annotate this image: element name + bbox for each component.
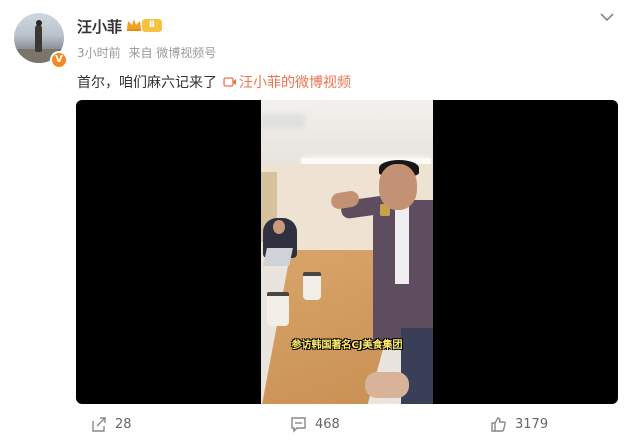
verified-badge: V	[50, 51, 68, 69]
like-button[interactable]: 3179	[490, 416, 548, 433]
share-icon	[92, 417, 106, 432]
post-source: 来自 微博视频号	[128, 46, 217, 60]
share-button[interactable]: 28	[90, 416, 132, 433]
post-content: 首尔，咱们麻六记来了 汪小菲的微博视频	[77, 72, 351, 92]
username[interactable]: 汪小菲	[77, 16, 122, 37]
post-meta: 3小时前 来自 微博视频号	[77, 44, 220, 61]
video-link-icon	[223, 77, 236, 87]
blurred-watermark	[261, 114, 305, 128]
chevron-down-icon[interactable]	[600, 12, 614, 22]
comment-count: 468	[315, 417, 340, 432]
share-count: 28	[115, 417, 132, 432]
like-icon	[491, 417, 506, 432]
comment-icon	[291, 417, 306, 433]
comment-button[interactable]: 468	[290, 416, 340, 433]
video-link[interactable]: 汪小菲的微博视频	[239, 75, 351, 91]
like-count: 3179	[515, 417, 549, 432]
crown-icon	[127, 19, 141, 31]
post-time[interactable]: 3小时前	[77, 46, 121, 60]
level-badge: Ⅱ	[142, 19, 162, 32]
post-text: 首尔，咱们麻六记来了	[77, 75, 217, 91]
video-subtitle: 参访韩国著名CJ美食集团	[291, 340, 403, 351]
video-frame: 参访韩国著名CJ美食集团	[261, 100, 433, 404]
action-bar: 28 468 3179	[0, 410, 632, 440]
video-player[interactable]: 参访韩国著名CJ美食集团	[76, 100, 618, 404]
